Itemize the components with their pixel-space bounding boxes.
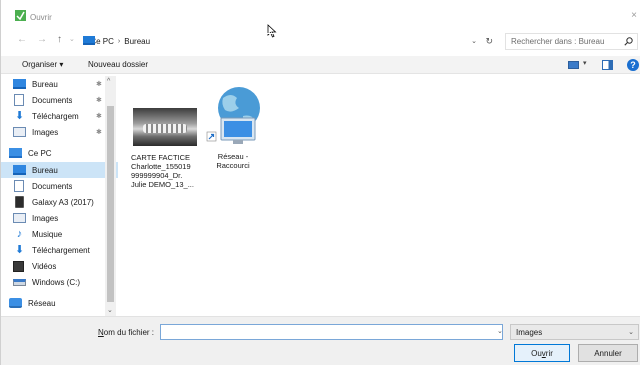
up-arrow-icon[interactable]: ↑ <box>57 34 62 45</box>
sidebar-item-label: Images <box>32 127 59 137</box>
refresh-icon[interactable]: ↻ <box>485 36 493 47</box>
sidebar-item-bureau[interactable]: Bureau <box>1 162 118 178</box>
sidebar-item-quick-downloads[interactable]: ⬇ Téléchargem ✱ <box>1 108 118 124</box>
computer-location-icon <box>83 36 95 45</box>
documents-icon <box>14 180 24 192</box>
pictures-icon <box>13 213 26 223</box>
music-icon: ♪ <box>16 228 23 240</box>
view-options-dropdown-icon[interactable]: ▾ <box>583 59 587 67</box>
filetype-dropdown-icon[interactable]: ⌄ <box>628 328 634 336</box>
search-icon[interactable] <box>624 37 633 46</box>
sidebar-item-label: Windows (C:) <box>32 277 81 287</box>
help-icon[interactable]: ? <box>627 59 639 71</box>
sidebar-item-images[interactable]: Images <box>1 210 118 226</box>
sidebar-item-label: Vidéos <box>32 261 57 271</box>
file-list: CARTE FACTICE Charlotte_155019 999999904… <box>119 76 640 316</box>
file-name: CARTE FACTICE Charlotte_155019 999999904… <box>131 153 194 189</box>
sidebar-item-label: Documents <box>32 181 73 191</box>
filename-dropdown-icon[interactable]: ⌄ <box>497 327 503 335</box>
sidebar-item-documents[interactable]: Documents <box>1 178 118 194</box>
sidebar-item-ce-pc[interactable]: Ce PC <box>1 145 118 161</box>
sidebar-item-windows-c[interactable]: Windows (C:) <box>1 274 118 290</box>
scrollbar-thumb[interactable] <box>107 106 114 302</box>
filename-input[interactable] <box>160 324 503 340</box>
phone-icon <box>15 196 24 208</box>
title-bar: Ouvrir × <box>1 0 640 26</box>
breadcrumb-bureau[interactable]: Bureau <box>124 37 150 46</box>
close-icon[interactable]: × <box>631 10 637 21</box>
sidebar-item-reseau[interactable]: Réseau <box>1 295 118 311</box>
sidebar-item-quick-documents[interactable]: Documents ✱ <box>1 92 118 108</box>
pin-icon: ✱ <box>96 81 102 88</box>
downloads-icon: ⬇ <box>14 244 25 256</box>
search-box[interactable]: Rechercher dans : Bureau <box>505 33 638 50</box>
address-bar[interactable]: › Ce PC › Bureau ⌄ ↻ <box>84 33 498 50</box>
pictures-icon <box>13 127 26 137</box>
sidebar-item-videos[interactable]: Vidéos <box>1 258 118 274</box>
sidebar-item-galaxy-a3[interactable]: Galaxy A3 (2017) <box>1 194 118 210</box>
videos-icon <box>13 260 24 272</box>
sidebar-item-quick-images[interactable]: Images ✱ <box>1 124 118 140</box>
preview-pane-icon[interactable] <box>602 60 613 70</box>
sidebar-item-label: Téléchargem <box>32 111 79 121</box>
sidebar-item-label: Galaxy A3 (2017) <box>32 197 94 207</box>
pin-icon: ✱ <box>96 97 102 104</box>
drive-icon <box>13 278 26 286</box>
downloads-icon: ⬇ <box>14 110 25 122</box>
file-item-reseau-raccourci[interactable]: Réseau - Raccourci <box>203 84 263 170</box>
scroll-up-icon[interactable]: ^ <box>107 78 110 85</box>
sidebar-item-label: Bureau <box>32 165 58 175</box>
back-arrow-icon[interactable]: ← <box>17 34 27 45</box>
sidebar-item-label: Réseau <box>28 298 56 308</box>
sidebar-item-label: Documents <box>32 95 73 105</box>
search-input[interactable]: Rechercher dans : Bureau <box>511 37 604 46</box>
sidebar-item-quick-bureau[interactable]: Bureau ✱ <box>1 76 118 92</box>
network-shortcut-icon <box>206 87 260 144</box>
sidebar-item-label: Téléchargement <box>32 245 90 255</box>
dialog-footer: Nom du fichier : ⌄ Images ⌄ Ou v rir Annul… <box>1 316 640 365</box>
pin-icon: ✱ <box>96 113 102 120</box>
scroll-down-icon[interactable]: ⌄ <box>107 306 113 314</box>
sidebar-item-label: Ce PC <box>28 148 52 158</box>
file-name: Réseau - Raccourci <box>216 152 250 170</box>
app-icon <box>15 10 26 21</box>
desktop-icon <box>13 79 26 89</box>
sidebar-item-label: Musique <box>32 229 63 239</box>
sidebar-item-label: Bureau <box>32 79 58 89</box>
filetype-value: Images <box>516 328 543 337</box>
computer-icon <box>9 148 22 158</box>
address-dropdown-icon[interactable]: ⌄ <box>471 37 477 45</box>
filetype-select[interactable]: Images ⌄ <box>510 324 639 340</box>
open-file-dialog: Ouvrir × ← → ↑ ⌄ › Ce PC › Bureau ⌄ ↻ Re… <box>0 0 640 365</box>
cancel-button[interactable]: Annuler <box>578 344 638 362</box>
documents-icon <box>14 94 24 106</box>
command-bar: Organiser ▾ Nouveau dossier ▾ ? <box>1 56 640 74</box>
breadcrumb-separator: › <box>117 38 121 45</box>
window-title: Ouvrir <box>30 13 52 22</box>
organize-menu-button[interactable]: Organiser ▾ <box>22 60 63 69</box>
change-view-icon[interactable] <box>568 61 579 69</box>
sidebar-item-musique[interactable]: ♪ Musique <box>1 226 118 242</box>
open-button[interactable]: Ou v rir <box>514 344 570 362</box>
recent-locations-chevron-icon[interactable]: ⌄ <box>69 35 75 43</box>
navigation-pane: Bureau ✱ Documents ✱ ⬇ Téléchargem ✱ Ima… <box>1 76 118 316</box>
file-item-carte-factice[interactable]: CARTE FACTICE Charlotte_155019 999999904… <box>131 108 199 189</box>
address-row: ← → ↑ ⌄ › Ce PC › Bureau ⌄ ↻ Rechercher … <box>1 31 640 51</box>
desktop-icon <box>13 165 26 175</box>
forward-arrow-icon[interactable]: → <box>37 34 47 45</box>
pin-icon: ✱ <box>96 129 102 136</box>
sidebar-item-label: Images <box>32 213 59 223</box>
navigation-scrollbar[interactable] <box>105 76 116 316</box>
filename-label: Nom du fichier : <box>98 328 155 337</box>
new-folder-button[interactable]: Nouveau dossier <box>88 60 148 69</box>
sidebar-item-telechargements[interactable]: ⬇ Téléchargement <box>1 242 118 258</box>
network-icon <box>9 298 22 308</box>
xray-thumbnail-icon <box>133 108 197 146</box>
